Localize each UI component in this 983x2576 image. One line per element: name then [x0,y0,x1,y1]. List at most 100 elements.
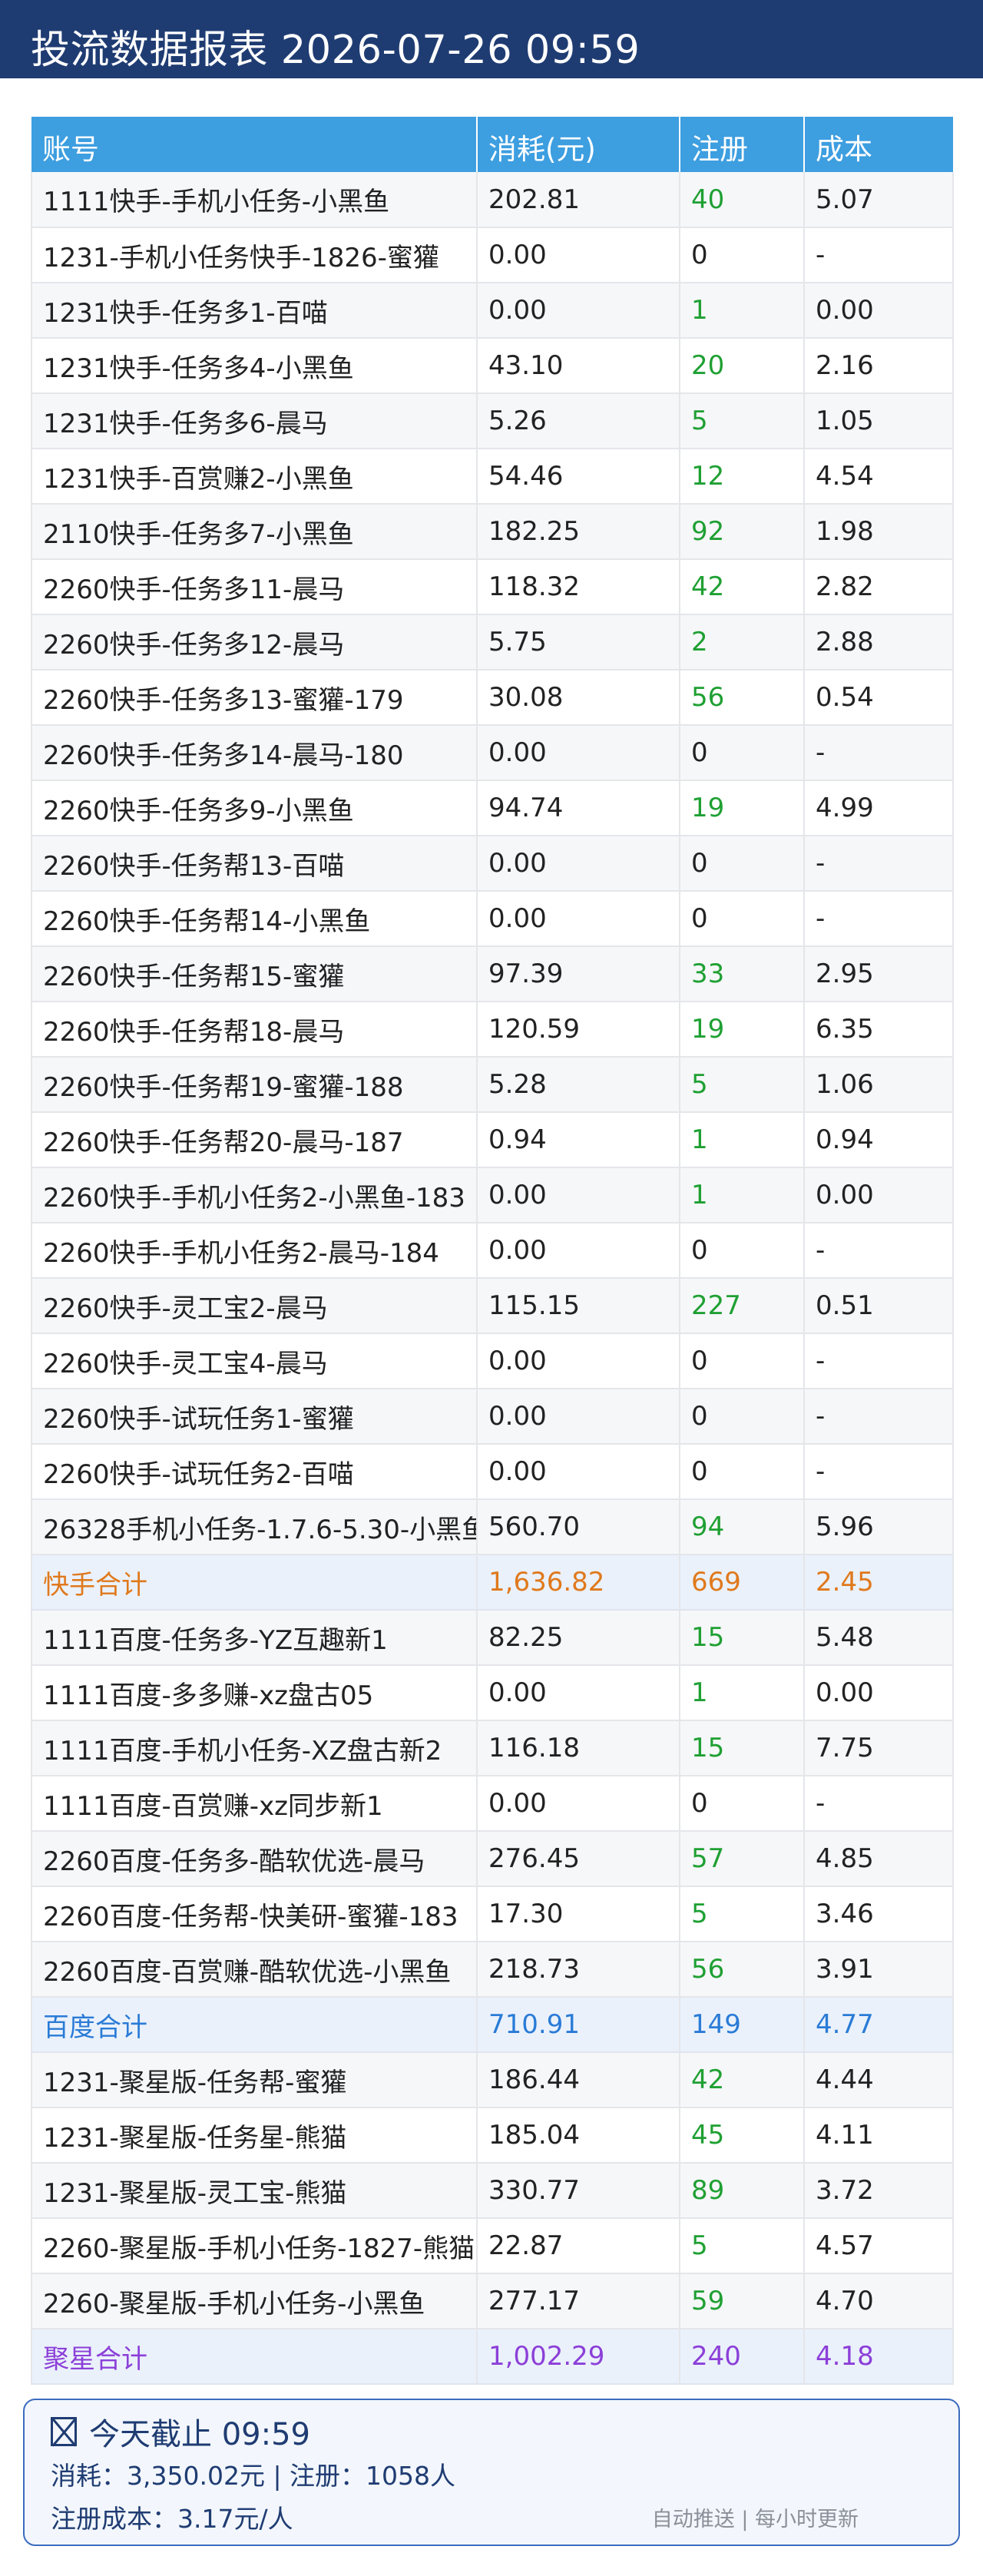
cell-account: 2260快手-灵工宝4-晨马 [31,1333,478,1389]
cell-account: 2260-聚星版-手机小任务-1827-熊猫 [31,2218,478,2274]
cell-register: 0 [680,1333,805,1389]
cell-account: 1231-聚星版-任务帮-蜜獾 [31,2052,478,2108]
summary-totals: 消耗：3,350.02元 | 注册：1058人 [51,2461,456,2491]
cell-register: 45 [680,2107,805,2164]
cell-register: 0 [680,1389,805,1445]
table-row: 2260快手-任务帮14-小黑鱼 0.00 0- [31,891,954,947]
cell-cost: 0.00 [477,1665,680,1721]
cell-register: 59 [680,2273,805,2329]
cell-unit-cost: 5.07 [804,172,954,228]
cell-account: 2260百度-百赏赚-酷软优选-小黑鱼 [31,1942,478,1998]
table-body: 1111快手-手机小任务-小黑鱼 202.81 40 5.07 1231-手机小任务快手… [31,172,954,2385]
col-header-account: 账号 [31,117,478,172]
cell-register: 1 [680,1665,805,1721]
cell-cost: 560.70 [477,1499,680,1555]
table-row: 1231-聚星版-任务帮-蜜獾 186.44 42 4.44 [31,2052,954,2108]
cell-cost: 17.30 [477,1886,680,1942]
cell-unit-cost: 5.48 [804,1610,954,1666]
cell-account: 2260快手-手机小任务2-晨马-184 [31,1223,478,1279]
cell-account: 1231快手-百赏赚2-小黑鱼 [31,449,478,505]
cell-account: 2260快手-任务帮20-晨马-187 [31,1112,478,1168]
cell-register: 0 [680,227,805,283]
cell-register: 0 [680,891,805,947]
cell-cost: 186.44 [477,2052,680,2108]
cell-unit-cost: 4.11 [804,2107,954,2164]
cell-cost: 30.08 [477,670,680,726]
cell-unit-cost: 2.16 [804,338,954,394]
cell-unit-cost: - [804,725,954,781]
table-row: 2260快手-任务多13-蜜獾-179 30.08 56 0.54 [31,670,954,726]
table-row: 2260快手-手机小任务2-小黑鱼-183 0.00 1 0.00 [31,1167,954,1223]
cell-account: 2260快手-任务多9-小黑鱼 [31,780,478,836]
cell-account: 2260百度-任务帮-快美研-蜜獾-183 [31,1886,478,1942]
cell-cost: 0.00 [477,1444,680,1500]
cell-register: 56 [680,1942,805,1998]
cell-unit-cost: 4.44 [804,2052,954,2108]
cell-account: 2260快手-灵工宝2-晨马 [31,1278,478,1334]
cell-register: 227 [680,1278,805,1334]
cell-unit-cost: 0.00 [804,1167,954,1223]
cell-account: 2260快手-任务多12-晨马 [31,614,478,670]
cell-account: 2260快手-手机小任务2-小黑鱼-183 [31,1167,478,1223]
table-header: 账号 消耗(元) 注册 成本 [31,117,953,172]
cell-unit-cost: 3.46 [804,1886,954,1942]
cell-cost: 0.00 [477,1389,680,1445]
cell-unit-cost: - [804,1776,954,1832]
cell-account: 2260百度-任务多-酷软优选-晨马 [31,1831,478,1887]
table-row: 1111百度-百赏赚-xz同步新1 0.00 0- [31,1776,954,1832]
cell-account: 1111百度-百赏赚-xz同步新1 [31,1776,478,1832]
cell-unit-cost: 3.72 [804,2163,954,2219]
table-row: 2260快手-任务帮13-百喵 0.00 0- [31,836,954,892]
cell-cost: 0.00 [477,891,680,947]
header-row: 账号 消耗(元) 注册 成本 [31,117,953,172]
cell-account: 1111百度-多多赚-xz盘古05 [31,1665,478,1721]
cell-cost: 0.00 [477,1333,680,1389]
cell-unit-cost: 4.77 [804,1997,954,2053]
cell-account: 26328手机小任务-1.7.6-5.30-小黑鱼 [31,1499,478,1555]
cell-register: 0 [680,836,805,892]
cell-register: 42 [680,559,805,615]
cell-unit-cost: 4.18 [804,2329,954,2385]
cell-cost: 97.39 [477,946,680,1002]
cell-register: 40 [680,172,805,228]
cell-unit-cost: 1.98 [804,504,954,560]
table-row: 2260快手-任务多11-晨马 118.32 42 2.82 [31,559,954,615]
report-header: 投流数据报表 2026-07-26 09:59 [0,0,983,78]
cell-cost: 0.94 [477,1112,680,1168]
cell-cost: 1,002.29 [477,2329,680,2385]
cell-cost: 54.46 [477,449,680,505]
table-row: 2260快手-试玩任务1-蜜獾 0.00 0- [31,1389,954,1445]
cell-register: 5 [680,1057,805,1113]
table-row: 1231快手-任务多6-晨马 5.26 5 1.05 [31,393,954,449]
cell-register: 33 [680,946,805,1002]
cell-account: 2260快手-任务多13-蜜獾-179 [31,670,478,726]
cell-cost: 22.87 [477,2218,680,2274]
cell-unit-cost: - [804,1223,954,1279]
cell-account: 1231-手机小任务快手-1826-蜜獾 [31,227,478,283]
cell-cost: 0.00 [477,1167,680,1223]
cell-unit-cost: 7.75 [804,1720,954,1776]
table-row: 2260快手-任务帮19-蜜獾-188 5.28 5 1.06 [31,1057,954,1113]
cell-account: 2260-聚星版-手机小任务-小黑鱼 [31,2273,478,2329]
table-row: 1111百度-手机小任务-XZ盘古新2 116.18 15 7.75 [31,1720,954,1776]
table-row: 1231快手-百赏赚2-小黑鱼 54.46 12 4.54 [31,449,954,505]
cell-account: 1231-聚星版-任务星-熊猫 [31,2107,478,2164]
cell-cost: 0.00 [477,227,680,283]
cell-register: 5 [680,393,805,449]
cell-cost: 120.59 [477,1002,680,1058]
cell-register: 0 [680,1776,805,1832]
cell-register: 89 [680,2163,805,2219]
cell-register: 94 [680,1499,805,1555]
cell-account: 2260快手-任务帮15-蜜獾 [31,946,478,1002]
cell-cost: 116.18 [477,1720,680,1776]
table-row: 2110快手-任务多7-小黑鱼 182.25 92 1.98 [31,504,954,560]
cell-unit-cost: - [804,836,954,892]
table-row: 2260快手-手机小任务2-晨马-184 0.00 0- [31,1223,954,1279]
cell-cost: 43.10 [477,338,680,394]
cell-cost: 277.17 [477,2273,680,2329]
summary-footnote: 自动推送 | 每小时更新 [651,2507,859,2531]
cell-cost: 182.25 [477,504,680,560]
cell-unit-cost: 4.54 [804,449,954,505]
cell-account: 1231快手-任务多6-晨马 [31,393,478,449]
cell-account: 1231-聚星版-灵工宝-熊猫 [31,2163,478,2219]
